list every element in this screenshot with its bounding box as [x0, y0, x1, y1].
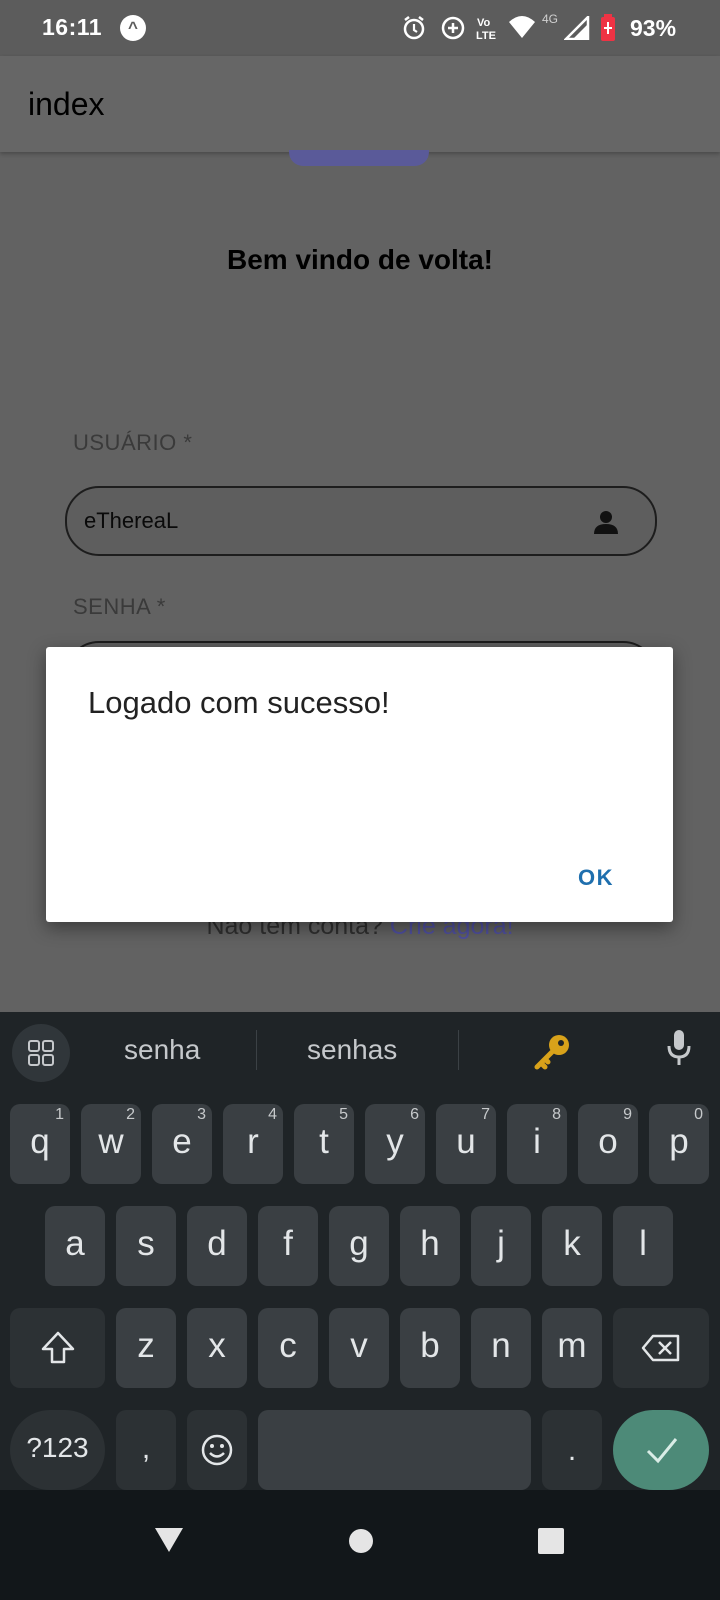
shift-icon [41, 1331, 75, 1364]
key-z[interactable]: z [116, 1308, 176, 1388]
header-logo [289, 150, 429, 166]
key-x[interactable]: x [187, 1308, 247, 1388]
key-y[interactable]: y6 [365, 1104, 425, 1184]
backspace-icon [641, 1334, 680, 1362]
key-q[interactable]: q1 [10, 1104, 70, 1184]
key-j[interactable]: j [471, 1206, 531, 1286]
back-icon[interactable] [154, 1526, 184, 1554]
key-h[interactable]: h [400, 1206, 460, 1286]
navigation-bar [0, 1490, 720, 1600]
key-i[interactable]: i8 [507, 1104, 567, 1184]
network-type: 4G [542, 12, 559, 26]
key-w[interactable]: w2 [81, 1104, 141, 1184]
app-title: index [28, 86, 105, 122]
shift-key[interactable] [10, 1308, 105, 1388]
recents-icon[interactable] [538, 1528, 564, 1554]
welcome-heading: Bem vindo de volta! [226, 244, 494, 275]
key-l[interactable]: l [613, 1206, 673, 1286]
emoji-key[interactable] [187, 1410, 247, 1490]
key-u[interactable]: u7 [436, 1104, 496, 1184]
soft-keyboard: senha senhas q1 w2 e3 r4 t5 y6 u7 i8 o9 … [0, 1012, 720, 1490]
symbols-key[interactable]: ?123 [10, 1410, 105, 1490]
suggestion-1[interactable]: senha [124, 1034, 200, 1066]
dialog-message: Logado com sucesso! [88, 685, 390, 720]
key-n[interactable]: n [471, 1308, 531, 1388]
app-bar: index [0, 56, 720, 152]
key-v[interactable]: v [329, 1308, 389, 1388]
username-label: USUÁRIO * [73, 430, 193, 455]
enter-key[interactable] [613, 1410, 709, 1490]
space-key[interactable] [258, 1410, 531, 1490]
check-icon [646, 1438, 678, 1464]
password-label: SENHA * [73, 594, 166, 619]
username-value: eThereaL [84, 508, 179, 533]
dialog-ok-button[interactable]: OK [578, 865, 614, 891]
data-saver-icon [441, 16, 465, 40]
svg-text:Vo: Vo [477, 17, 491, 29]
cell-signal-icon [564, 16, 590, 40]
key-b[interactable]: b [400, 1308, 460, 1388]
key-a[interactable]: a [45, 1206, 105, 1286]
key-t[interactable]: t5 [294, 1104, 354, 1184]
key-s[interactable]: s [116, 1206, 176, 1286]
key-e[interactable]: e3 [152, 1104, 212, 1184]
key-icon[interactable] [532, 1032, 572, 1072]
key-p[interactable]: p0 [649, 1104, 709, 1184]
key-g[interactable]: g [329, 1206, 389, 1286]
battery-icon [601, 14, 615, 41]
suggestion-2[interactable]: senhas [307, 1034, 397, 1066]
emoji-icon [201, 1434, 233, 1466]
suggestion-divider [256, 1030, 257, 1070]
alarm-icon [403, 16, 425, 40]
key-c[interactable]: c [258, 1308, 318, 1388]
microphone-icon[interactable] [666, 1028, 692, 1068]
status-time: 16:11 [42, 14, 103, 40]
key-k[interactable]: k [542, 1206, 602, 1286]
person-icon [594, 511, 618, 534]
key-r[interactable]: r4 [223, 1104, 283, 1184]
volte-icon: VoLTE [476, 17, 496, 42]
status-bar: 16:11 ^ Vo LTE 4G 93% [0, 0, 720, 56]
wifi-icon [509, 16, 535, 38]
keyboard-menu-button[interactable] [12, 1024, 70, 1082]
battery-percent: 93% [630, 15, 677, 41]
username-field[interactable]: eThereaL [65, 486, 657, 556]
app-notification-icon: ^ [120, 15, 146, 41]
key-d[interactable]: d [187, 1206, 247, 1286]
key-f[interactable]: f [258, 1206, 318, 1286]
svg-text:LTE: LTE [476, 30, 496, 42]
key-o[interactable]: o9 [578, 1104, 638, 1184]
backspace-key[interactable] [613, 1308, 709, 1388]
period-key[interactable]: . [542, 1410, 602, 1490]
key-m[interactable]: m [542, 1308, 602, 1388]
home-icon[interactable] [348, 1528, 374, 1554]
grid-icon [28, 1040, 54, 1066]
comma-key[interactable]: , [116, 1410, 176, 1490]
success-dialog: Logado com sucesso! OK [46, 647, 673, 922]
suggestion-divider [458, 1030, 459, 1070]
